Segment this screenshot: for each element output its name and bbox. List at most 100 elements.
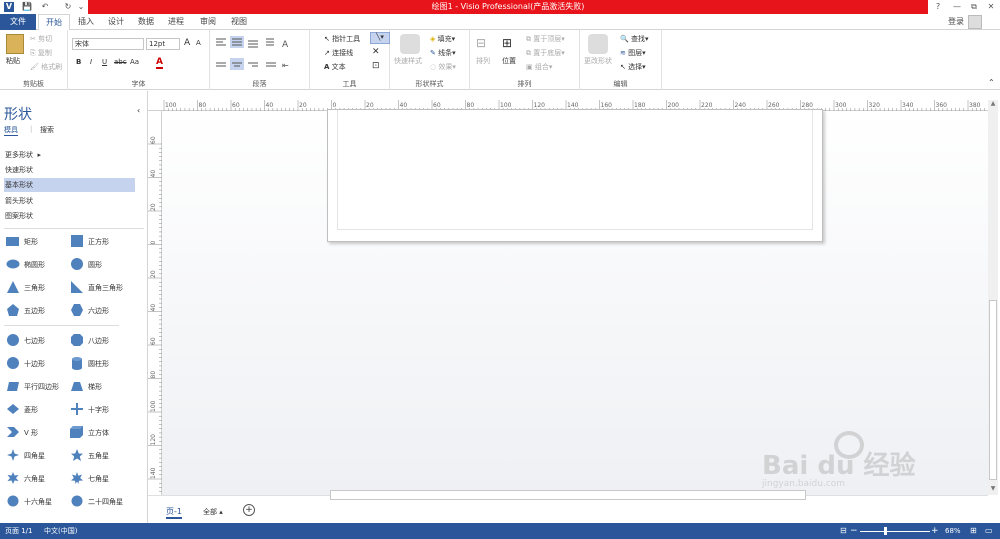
close-button[interactable]: ✕ <box>986 2 996 12</box>
ruler-label: 0 <box>333 102 337 109</box>
collapse-ribbon-icon[interactable]: ⌃ <box>988 78 995 87</box>
tab-file[interactable]: 文件 <box>0 14 36 30</box>
minimize-button[interactable]: — <box>952 2 962 12</box>
cylinder-icon <box>72 357 82 370</box>
tab-search[interactable]: 搜索 <box>40 125 54 135</box>
zoom-slider-thumb[interactable] <box>884 527 887 535</box>
stencil-pattern-shapes[interactable]: 图案形状 <box>4 209 135 223</box>
add-page-button[interactable]: + <box>243 504 255 516</box>
page-indicator[interactable]: 页面 1/1 <box>5 523 33 539</box>
line-tool-icon[interactable]: ╲▾ <box>370 32 390 44</box>
redo-icon[interactable]: ↻ <box>63 2 73 12</box>
align-button[interactable]: 排列 <box>476 56 490 66</box>
heptagon-icon <box>7 334 19 346</box>
bring-to-front-button[interactable]: 置于顶层 <box>533 35 561 43</box>
ruler-label: 40 <box>400 102 408 109</box>
shrink-font-button[interactable]: A <box>196 39 201 47</box>
drawing-canvas[interactable]: Bai du 经验 jingyan.baidu.com <box>162 109 988 495</box>
format-painter-button[interactable]: 格式刷 <box>41 63 62 71</box>
customize-toolbar-icon[interactable]: ⌄ <box>76 2 86 12</box>
title-bar: V 💾 ↶ ↻ ⌄ 绘图1 - Visio Professional(产品激活失… <box>0 0 1000 14</box>
quick-styles-button[interactable]: 快速样式 <box>394 56 422 66</box>
ellipse-icon <box>6 259 20 269</box>
group-button[interactable]: 组合 <box>535 63 549 71</box>
paste-button[interactable]: 粘贴 <box>6 56 20 66</box>
ruler-label: 120 <box>534 102 546 109</box>
stencil-more-shapes[interactable]: 更多形状 ▸ <box>4 148 135 162</box>
arrange-group: ⊟ 排列 ⊞ 位置 ⧉ 置于顶层▾ ⧉ 置于底层▾ ▣ 组合▾ 排列 <box>470 30 580 90</box>
fit-window-icon[interactable]: ⊞ <box>970 523 977 539</box>
send-to-back-button[interactable]: 置于底层 <box>533 49 561 57</box>
line-button[interactable]: 线条 <box>438 49 452 57</box>
vertical-ruler[interactable]: 60 40 20 0 20 40 60 80 100 120 140 <box>148 111 162 509</box>
scroll-up-icon[interactable]: ▲ <box>988 100 998 110</box>
save-icon[interactable]: 💾 <box>22 2 32 12</box>
drawing-page[interactable] <box>327 109 823 242</box>
crop-tool-icon[interactable]: ⊡ <box>372 61 380 71</box>
font-name-select[interactable]: 宋体 <box>72 38 144 50</box>
align-icon[interactable]: ⊟ <box>476 36 486 50</box>
tab-data[interactable]: 数据 <box>134 14 158 30</box>
copy-button[interactable]: 复制 <box>38 49 52 57</box>
login-link[interactable]: 登录 <box>944 14 968 30</box>
close-tool-icon[interactable]: ✕ <box>372 47 380 57</box>
fit-page-icon[interactable]: ⊟ <box>840 523 847 539</box>
change-shape-icon[interactable] <box>588 34 608 54</box>
switch-windows-icon[interactable]: ▭ <box>985 523 993 539</box>
bold-button[interactable]: B <box>76 58 81 66</box>
effects-button[interactable]: 效果 <box>438 63 452 71</box>
vertical-scroll-thumb[interactable] <box>989 300 997 480</box>
tab-view[interactable]: 视图 <box>227 14 251 30</box>
stencil-quick-shapes[interactable]: 快速形状 <box>4 163 135 177</box>
tab-page-1[interactable]: 页-1 <box>166 506 182 519</box>
change-case-button[interactable]: Aa <box>130 58 139 66</box>
restore-button[interactable]: ⧉ <box>969 2 979 12</box>
fill-button[interactable]: 填充 <box>438 35 452 43</box>
right-triangle-icon <box>71 281 83 293</box>
connector-button[interactable]: 连接线 <box>332 49 353 57</box>
tab-home[interactable]: 开始 <box>38 14 70 31</box>
strikethrough-button[interactable]: abc <box>114 58 127 66</box>
paragraph-align-icons[interactable]: A ⇤ <box>214 36 304 72</box>
zoom-level[interactable]: 68% <box>945 523 961 539</box>
pointer-tool-button[interactable]: 指针工具 <box>332 35 360 43</box>
zoom-slider[interactable] <box>860 531 930 532</box>
undo-icon[interactable]: ↶ <box>40 2 50 12</box>
change-shape-button[interactable]: 更改形状 <box>584 56 612 66</box>
italic-button[interactable]: I <box>90 58 92 66</box>
font-group-label: 字体 <box>131 80 146 88</box>
ruler-label: 260 <box>768 102 780 109</box>
collapse-panel-icon[interactable]: ‹ <box>137 106 140 115</box>
tab-insert[interactable]: 插入 <box>74 14 98 30</box>
quick-styles-icon[interactable] <box>400 34 420 54</box>
layers-button[interactable]: 图层 <box>628 49 642 57</box>
find-button[interactable]: 查找 <box>631 35 645 43</box>
ruler-label: 280 <box>802 102 814 109</box>
cut-button[interactable]: 剪切 <box>38 35 52 43</box>
help-button[interactable]: ? <box>933 2 943 12</box>
tab-review[interactable]: 审阅 <box>196 14 220 30</box>
zoom-in-button[interactable]: + <box>931 523 939 539</box>
stencil-arrow-shapes[interactable]: 箭头形状 <box>4 194 135 208</box>
trapezoid-icon <box>71 382 83 391</box>
vertical-scrollbar[interactable]: ▲ ▼ <box>988 100 998 495</box>
text-tool-button[interactable]: 文本 <box>332 63 346 71</box>
horizontal-scroll-thumb[interactable] <box>330 490 806 500</box>
font-size-select[interactable]: 12pt <box>146 38 180 50</box>
stencil-basic-shapes[interactable]: 基本形状 <box>4 178 135 192</box>
tab-process[interactable]: 进程 <box>164 14 188 30</box>
tab-all-pages[interactable]: 全部 ▴ <box>203 507 223 517</box>
font-color-button[interactable]: A <box>156 57 163 69</box>
scroll-down-icon[interactable]: ▼ <box>988 485 998 495</box>
grow-font-button[interactable]: A <box>184 38 190 48</box>
language-indicator[interactable]: 中文(中国) <box>44 523 77 539</box>
position-button[interactable]: 位置 <box>502 56 516 66</box>
zoom-out-button[interactable]: − <box>850 523 858 539</box>
position-icon[interactable]: ⊞ <box>502 36 512 50</box>
select-button[interactable]: 选择 <box>628 63 642 71</box>
tab-stencils[interactable]: 模具 <box>4 125 18 136</box>
paste-icon[interactable] <box>6 34 24 54</box>
underline-button[interactable]: U <box>102 58 107 66</box>
tab-design[interactable]: 设计 <box>104 14 128 30</box>
avatar[interactable] <box>968 15 982 29</box>
